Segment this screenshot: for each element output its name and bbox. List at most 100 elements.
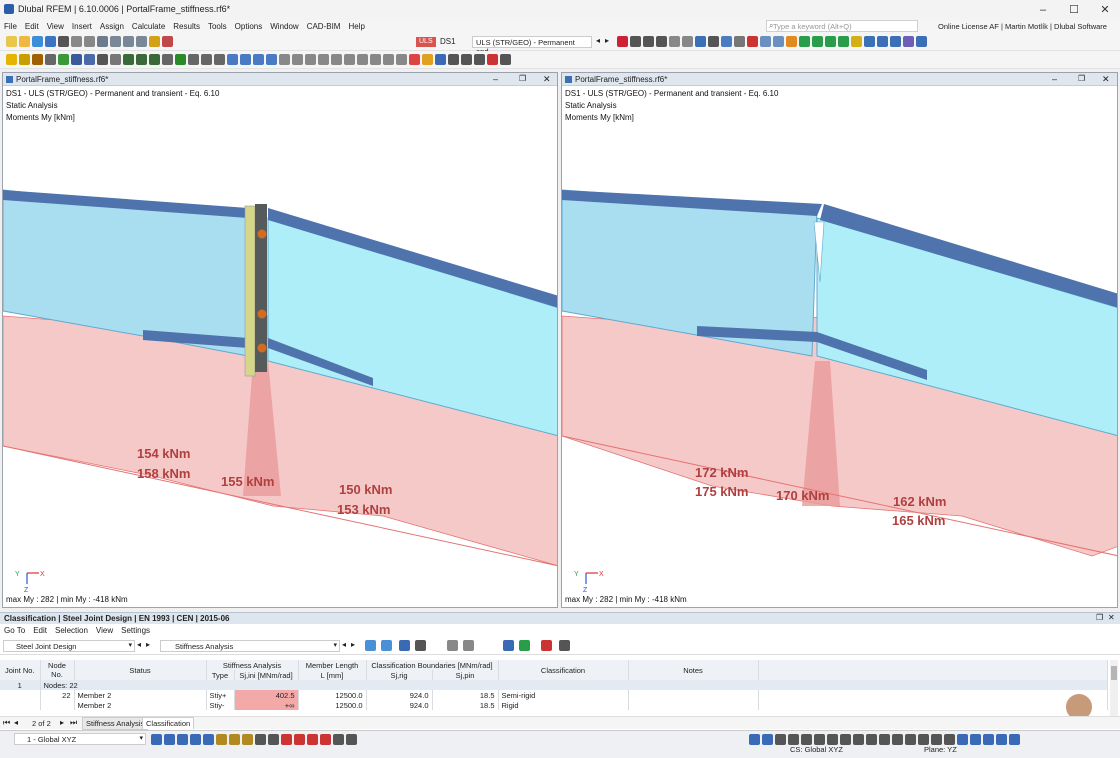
export-icon[interactable] [447,640,458,651]
header-status[interactable]: Status [74,660,207,680]
table-icon[interactable] [110,36,121,47]
viewport-right-restore[interactable]: ❐ [1078,74,1085,83]
view9-icon[interactable] [840,734,851,745]
menu-file[interactable]: File [0,20,21,33]
surface-icon[interactable] [669,36,680,47]
menu-calculate[interactable]: Calculate [128,20,169,33]
load-combination-select[interactable]: ULS (STR/GEO) - Permanent and... [472,36,592,56]
curve6-icon[interactable] [344,54,355,65]
view10-icon[interactable] [853,734,864,745]
view4-icon[interactable] [775,734,786,745]
solid-icon[interactable] [682,36,693,47]
pointer-icon[interactable] [541,640,552,651]
x-icon[interactable] [487,54,498,65]
snap6-icon[interactable] [216,734,227,745]
axis-icon[interactable] [799,36,810,47]
navigator-icon[interactable] [136,36,147,47]
view3-icon[interactable] [762,734,773,745]
menu-results[interactable]: Results [169,20,204,33]
analysis-select[interactable]: Stiffness Analysis ▾ [160,640,340,652]
eye-icon[interactable] [415,640,426,651]
pointer-icon[interactable] [617,36,628,47]
undo-icon[interactable] [71,36,82,47]
menu-assign[interactable]: Assign [96,20,128,33]
curve9-icon[interactable] [383,54,394,65]
header-type[interactable]: Type [206,670,235,680]
menu-tools[interactable]: Tools [204,20,231,33]
snap9-icon[interactable] [255,734,266,745]
next-arrow-icon[interactable]: ▸ [351,640,355,649]
view12-icon[interactable] [879,734,890,745]
pointer2-icon[interactable] [110,54,121,65]
snap-icon[interactable] [151,734,162,745]
plane-icon-3[interactable] [890,36,901,47]
plane-icon-2[interactable] [877,36,888,47]
view21-icon[interactable] [996,734,1007,745]
menu-help[interactable]: Help [344,20,368,33]
wave4-icon[interactable] [266,54,277,65]
panel-menu-selection[interactable]: Selection [51,625,92,637]
member2-icon[interactable] [123,54,134,65]
snap7-icon[interactable] [229,734,240,745]
view19-icon[interactable] [970,734,981,745]
member6-icon[interactable] [175,54,186,65]
view5-icon[interactable] [788,734,799,745]
header-sjpin[interactable]: Sj,pin [432,670,499,680]
load-icon[interactable] [695,36,706,47]
sun-icon[interactable] [6,54,17,65]
panel-menu-goto[interactable]: Go To [0,625,29,637]
panel-menu-view[interactable]: View [92,625,117,637]
snap15-icon[interactable] [333,734,344,745]
panel-menu-edit[interactable]: Edit [29,625,51,637]
scrollbar-thumb[interactable] [1111,666,1117,680]
axis-icon-2[interactable] [812,36,823,47]
menu-insert[interactable]: Insert [68,20,96,33]
grid2-icon[interactable] [435,54,446,65]
curve7-icon[interactable] [357,54,368,65]
last-page-icon[interactable]: ⏭ [70,718,77,728]
snap14-icon[interactable] [320,734,331,745]
tab-classification[interactable]: Classification [142,717,195,729]
tab-stiffness-analysis[interactable]: Stiffness Analysis [82,717,149,730]
viewport-right[interactable]: PortalFrame_stiffness.rf6* – ❐ ✕ DS1 - U… [561,72,1118,608]
member3-icon[interactable] [136,54,147,65]
table-group-row[interactable]: 1 Nodes: 22 [0,680,1108,690]
wave2-icon[interactable] [240,54,251,65]
snap11-icon[interactable] [281,734,292,745]
snap3-icon[interactable] [177,734,188,745]
search-input[interactable]: ⌕ Type a keyword (Alt+Q) [766,20,918,32]
header-length[interactable]: L [mm] [298,670,367,680]
viewport-left-close[interactable]: ✕ [543,74,551,85]
snap2-icon[interactable] [164,734,175,745]
cs-select[interactable]: 1 - Global XYZ ▾ [14,733,146,745]
next-arrow-icon[interactable]: ▸ [146,640,150,649]
viewport-right-close[interactable]: ✕ [1102,74,1110,85]
support-icon[interactable] [708,36,719,47]
viewport-left-tab[interactable]: PortalFrame_stiffness.rf6* [16,75,108,84]
select-icon[interactable] [365,640,376,651]
first-page-icon[interactable]: ⏮ [3,718,10,728]
menu-window[interactable]: Window [266,20,302,33]
filter-icon[interactable] [503,640,514,651]
next-arrow-icon[interactable]: ▸ [605,36,609,45]
display-icon[interactable] [721,36,732,47]
menu-options[interactable]: Options [231,20,267,33]
curve-icon[interactable] [279,54,290,65]
view-icon[interactable] [97,36,108,47]
viewport-right-minimize[interactable]: – [1052,74,1057,84]
window-icon[interactable] [916,36,927,47]
chart-icon[interactable] [422,54,433,65]
menu-edit[interactable]: Edit [21,20,43,33]
panel-close-icon[interactable]: ✕ [1108,613,1115,622]
grid3-icon[interactable] [448,54,459,65]
cube-icon-2[interactable] [773,36,784,47]
axis-icon-4[interactable] [838,36,849,47]
next-page-icon[interactable]: ▸ [60,718,64,727]
snap5-icon[interactable] [203,734,214,745]
line-icon[interactable] [643,36,654,47]
view-icon[interactable] [399,640,410,651]
header-notes[interactable]: Notes [628,660,759,680]
cube-icon[interactable] [760,36,771,47]
prev-arrow-icon[interactable]: ◂ [137,640,141,649]
view16-icon[interactable] [931,734,942,745]
